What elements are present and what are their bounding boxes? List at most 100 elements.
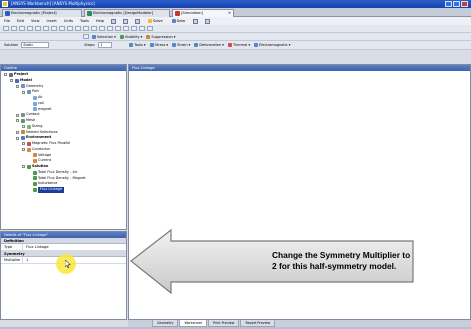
strain-icon: [172, 43, 177, 47]
tab-simulation-label: [Simulation]: [181, 11, 203, 15]
menu-edit[interactable]: Edit: [17, 19, 24, 23]
tab-worksheet[interactable]: Worksheet: [179, 320, 207, 327]
expander-icon[interactable]: [16, 119, 19, 123]
tab-designmodeler[interactable]: Electromagnetic [DesignModeler]: [84, 9, 170, 17]
magnifier-icon[interactable]: [123, 26, 129, 31]
outline-tree: Project Model Geometry Part Air coil magnet Con…: [1, 71, 126, 193]
box-select-icon[interactable]: [75, 26, 81, 31]
tree-node-icon: [32, 101, 37, 106]
view-tabs: Geometry Worksheet Print Preview Report …: [128, 320, 471, 327]
thermal-menu[interactable]: Thermal ▾: [227, 43, 251, 47]
minimize-button[interactable]: [445, 1, 452, 7]
expander-icon[interactable]: [4, 73, 7, 77]
stress-menu[interactable]: Stress ▾: [149, 43, 170, 47]
next-view-icon[interactable]: [139, 26, 145, 31]
selection-dropdown[interactable]: Selection ▾: [91, 34, 117, 39]
tools-icon: [129, 43, 134, 47]
expander-icon[interactable]: [16, 130, 19, 134]
box-zoom-icon[interactable]: [27, 26, 33, 31]
expander-icon[interactable]: [10, 79, 13, 83]
select-edge-icon[interactable]: [51, 26, 57, 31]
tree-node-icon: [32, 170, 37, 175]
type-value[interactable]: Flux Linkage: [23, 244, 126, 250]
expander-icon[interactable]: [22, 90, 25, 94]
zoom-icon[interactable]: [19, 26, 25, 31]
tree-node-icon: [26, 141, 31, 146]
select-body-icon[interactable]: [67, 26, 73, 31]
select-face-icon[interactable]: [59, 26, 65, 31]
menu-insert[interactable]: Insert: [47, 19, 57, 23]
save-icon[interactable]: [135, 18, 141, 24]
selection-label: Selection: [97, 34, 114, 39]
zoom-out-icon[interactable]: [115, 26, 121, 31]
menu-help[interactable]: Help: [96, 19, 104, 23]
rotate-icon[interactable]: [3, 26, 9, 31]
expander-icon[interactable]: [22, 142, 25, 146]
expander-icon[interactable]: [16, 136, 19, 140]
ansys-workbench-window: [ANSYS Workbench] [ANSYS Multiphysics] E…: [0, 0, 471, 329]
close-button[interactable]: [461, 1, 468, 7]
tab-project[interactable]: Electromagnetic [Project]: [2, 9, 82, 17]
view-iso-icon[interactable]: [99, 26, 105, 31]
maximize-button[interactable]: [453, 1, 460, 7]
solve-button[interactable]: Solve: [147, 19, 164, 23]
details-pane: Details of "Flux Linkage" Definition Typ…: [0, 231, 127, 320]
menu-tools[interactable]: Tools: [80, 19, 89, 23]
solution-type-select[interactable]: Static: [21, 42, 50, 48]
tab-report-preview[interactable]: Report Preview: [240, 320, 276, 327]
selection-icon: [92, 34, 96, 39]
tab-simulation[interactable]: [Simulation] ✕: [172, 9, 234, 17]
toolbar-grip-icon: [83, 34, 89, 39]
solution-label: Solution: [4, 43, 19, 47]
menu-view[interactable]: View: [31, 19, 40, 23]
window-title: [ANSYS Workbench] [ANSYS Multiphysics]: [11, 1, 95, 6]
tab-print-preview[interactable]: Print Preview: [207, 320, 240, 327]
expander-icon[interactable]: [22, 165, 25, 169]
window-controls: [445, 1, 468, 7]
tools-menu[interactable]: Tools ▾: [128, 43, 146, 47]
document-tabs: Electromagnetic [Project] Electromagneti…: [0, 8, 471, 17]
thermal-label: Thermal: [232, 43, 248, 47]
expander-icon[interactable]: [16, 84, 19, 88]
close-tab-icon[interactable]: ✕: [228, 10, 231, 17]
select-vertex-icon[interactable]: [43, 26, 49, 31]
view-front-icon[interactable]: [91, 26, 97, 31]
electromagnetic-label: Electromagnetic: [259, 43, 288, 47]
extend-icon[interactable]: [83, 26, 89, 31]
mouse-cursor-icon: [65, 260, 71, 268]
tree-node-icon: [14, 78, 19, 83]
expander-icon[interactable]: [22, 148, 25, 152]
toolbar-icon-a[interactable]: [193, 18, 199, 24]
previous-view-icon[interactable]: [131, 26, 137, 31]
expander-icon[interactable]: [22, 125, 25, 129]
wireframe-icon[interactable]: [147, 26, 153, 31]
tree-node-icon: [8, 72, 13, 77]
electromagnetic-menu[interactable]: Electromagnetic ▾: [253, 43, 291, 47]
menu-file[interactable]: File: [4, 19, 10, 23]
graphics-toolbar: [0, 25, 471, 33]
tab-geometry[interactable]: Geometry: [152, 320, 179, 327]
pan-icon[interactable]: [11, 26, 17, 31]
new-icon[interactable]: [111, 18, 117, 24]
deformation-label: Deformation: [199, 43, 222, 47]
data-icon: [171, 19, 176, 23]
strain-menu[interactable]: Strain ▾: [171, 43, 191, 47]
zoom-in-icon[interactable]: [107, 26, 113, 31]
suppression-icon: [146, 34, 151, 39]
title-bar: [ANSYS Workbench] [ANSYS Multiphysics]: [0, 0, 471, 8]
tree-node-icon: [32, 153, 37, 158]
data-button[interactable]: Data: [171, 19, 186, 23]
tree-node[interactable]: Flux Linkage: [1, 187, 126, 193]
steps-input[interactable]: 1: [98, 42, 113, 48]
tree-node-icon: [26, 124, 31, 129]
tree-node-icon: [32, 159, 37, 164]
expander-icon[interactable]: [16, 113, 19, 117]
thermal-icon: [227, 43, 232, 47]
menu-units[interactable]: Units: [64, 19, 73, 23]
toolbar-icon-b[interactable]: [205, 18, 211, 24]
suppression-dropdown[interactable]: Suppression ▾: [145, 34, 176, 39]
deformation-menu[interactable]: Deformation ▾: [193, 43, 225, 47]
open-icon[interactable]: [123, 18, 129, 24]
fit-icon[interactable]: [35, 26, 41, 31]
visibility-dropdown[interactable]: Visibility ▾: [119, 34, 143, 39]
